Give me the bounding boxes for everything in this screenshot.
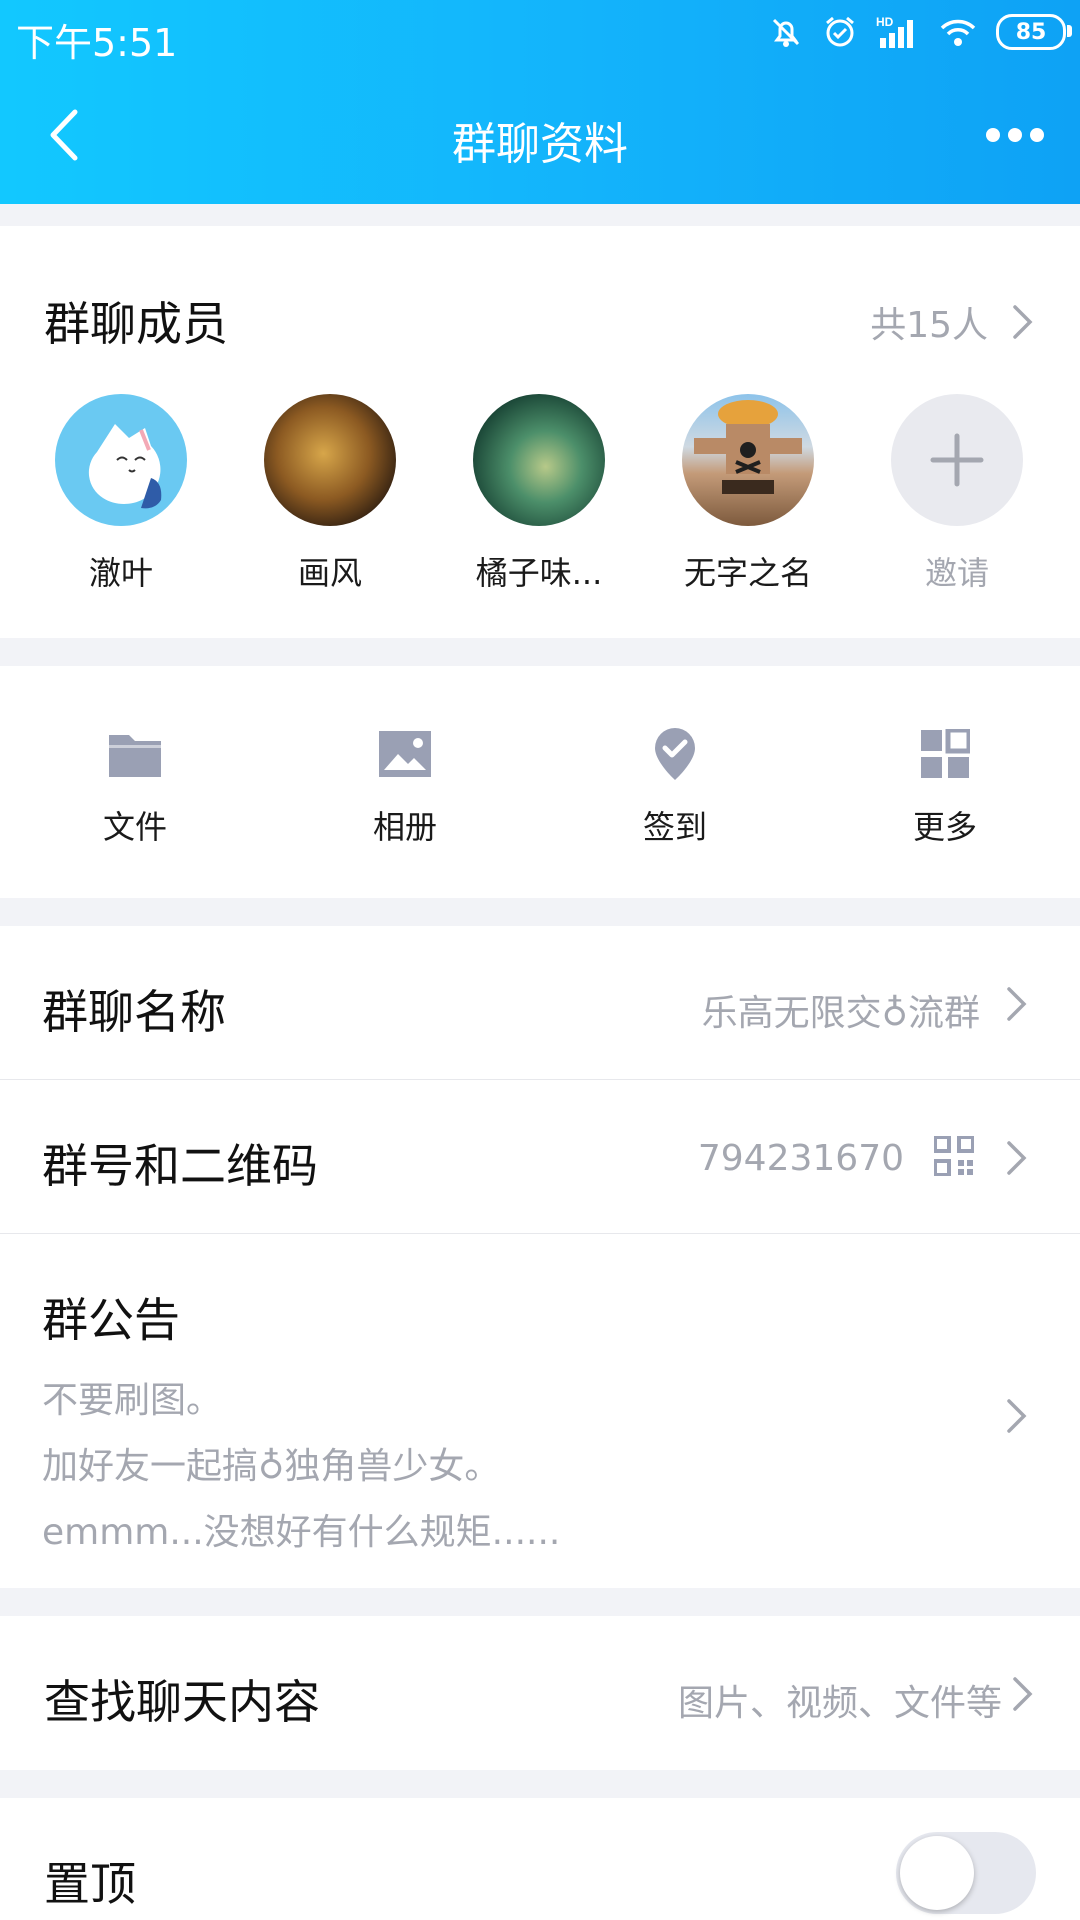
notice-line: emmm...没想好有什么规矩...... bbox=[42, 1512, 561, 1553]
group-id-value: 794231670 bbox=[697, 1138, 904, 1179]
member-item[interactable]: 画风 bbox=[240, 394, 420, 594]
search-chat-label: 查找聊天内容 bbox=[44, 1675, 320, 1729]
status-bar: 下午5:51 HD 85 bbox=[0, 0, 1080, 70]
toggle-knob bbox=[900, 1836, 974, 1910]
invite-avatar bbox=[891, 394, 1023, 526]
pin-label: 置顶 bbox=[44, 1857, 136, 1911]
more-dot-icon bbox=[1008, 128, 1022, 142]
more-options-button[interactable] bbox=[980, 110, 1050, 160]
battery-level: 85 bbox=[1015, 19, 1047, 45]
header: 下午5:51 HD 85 群聊资料 bbox=[0, 0, 1080, 204]
status-icons: HD 85 bbox=[768, 14, 1072, 50]
page-title: 群聊资料 bbox=[452, 119, 628, 170]
members-section: 群聊成员 共15人 澈叶 画风 橘子味... 无字之名 邀请 bbox=[0, 226, 1080, 638]
tool-label: 更多 bbox=[912, 808, 977, 846]
notice-line: 加好友一起搞♁独角兽少女。 bbox=[42, 1446, 501, 1487]
pirate-avatar-icon bbox=[694, 400, 802, 494]
checkin-pin-icon bbox=[645, 726, 705, 782]
chevron-right-icon bbox=[1007, 987, 1027, 1021]
pin-row: 置顶 bbox=[0, 1798, 1080, 1920]
status-time: 下午5:51 bbox=[16, 21, 178, 65]
member-item[interactable]: 橘子味... bbox=[449, 394, 629, 594]
pin-toggle[interactable] bbox=[896, 1832, 1036, 1914]
avatar bbox=[264, 394, 396, 526]
qr-code-icon bbox=[934, 1136, 974, 1176]
member-name: 澈叶 bbox=[88, 554, 153, 592]
group-name-value: 乐高无限交♁流群 bbox=[701, 993, 980, 1034]
member-item[interactable]: 无字之名 bbox=[658, 394, 838, 594]
lucky-cat-avatar-icon bbox=[88, 424, 162, 509]
search-chat-row[interactable]: 查找聊天内容 图片、视频、文件等 bbox=[0, 1616, 1080, 1770]
svg-text:HD: HD bbox=[876, 15, 894, 29]
chevron-right-icon bbox=[1013, 1677, 1033, 1711]
group-name-row[interactable]: 群聊名称 乐高无限交♁流群 bbox=[0, 926, 1080, 1080]
invite-member-button[interactable]: 邀请 bbox=[867, 394, 1047, 594]
plus-icon bbox=[930, 433, 984, 487]
chevron-right-icon bbox=[1007, 1399, 1027, 1433]
tool-album[interactable]: 相册 bbox=[315, 726, 495, 848]
folder-icon bbox=[105, 726, 165, 782]
signal-icon: HD bbox=[876, 15, 913, 48]
image-icon bbox=[375, 726, 435, 782]
alarm-icon bbox=[826, 16, 854, 47]
group-name-label: 群聊名称 bbox=[42, 985, 226, 1039]
member-avatars: 澈叶 画风 橘子味... 无字之名 邀请 bbox=[0, 394, 1080, 594]
avatar bbox=[682, 394, 814, 526]
notice-content: 不要刷图。 加好友一起搞♁独角兽少女。 emmm...没想好有什么规矩.....… bbox=[42, 1368, 560, 1566]
avatar bbox=[55, 394, 187, 526]
more-dot-icon bbox=[986, 128, 1000, 142]
title-bar: 群聊资料 bbox=[0, 70, 1080, 204]
battery-indicator: 85 bbox=[996, 14, 1072, 50]
notice-line: 不要刷图。 bbox=[42, 1380, 223, 1421]
group-notice-row[interactable]: 群公告 不要刷图。 加好友一起搞♁独角兽少女。 emmm...没想好有什么规矩.… bbox=[0, 1234, 1080, 1588]
tool-more[interactable]: 更多 bbox=[855, 726, 1035, 848]
members-count-link[interactable]: 共15人 bbox=[870, 296, 988, 348]
members-title: 群聊成员 bbox=[44, 297, 228, 351]
mute-bell-icon bbox=[772, 18, 800, 47]
grid-icon bbox=[915, 726, 975, 782]
avatar bbox=[473, 394, 605, 526]
tool-label: 签到 bbox=[642, 808, 707, 846]
member-item[interactable]: 澈叶 bbox=[31, 394, 211, 594]
tool-files[interactable]: 文件 bbox=[45, 726, 225, 848]
chevron-right-icon bbox=[1013, 305, 1033, 339]
group-notice-label: 群公告 bbox=[42, 1293, 180, 1347]
search-chat-hint: 图片、视频、文件等 bbox=[677, 1683, 1002, 1724]
tool-label: 文件 bbox=[102, 808, 167, 846]
invite-label: 邀请 bbox=[924, 554, 989, 592]
group-id-row[interactable]: 群号和二维码 794231670 bbox=[0, 1080, 1080, 1234]
tool-checkin[interactable]: 签到 bbox=[585, 726, 765, 848]
chevron-right-icon bbox=[1007, 1141, 1027, 1175]
group-info-rows: 群聊名称 乐高无限交♁流群 群号和二维码 794231670 群公告 不要刷图。… bbox=[0, 926, 1080, 1588]
wifi-icon bbox=[940, 19, 976, 46]
group-tools: 文件 相册 签到 更多 bbox=[0, 666, 1080, 898]
more-dot-icon bbox=[1030, 128, 1044, 142]
member-name: 橘子味... bbox=[475, 554, 603, 592]
tool-label: 相册 bbox=[372, 808, 437, 846]
member-name: 画风 bbox=[297, 554, 362, 592]
group-id-label: 群号和二维码 bbox=[42, 1139, 318, 1193]
member-name: 无字之名 bbox=[683, 554, 812, 592]
